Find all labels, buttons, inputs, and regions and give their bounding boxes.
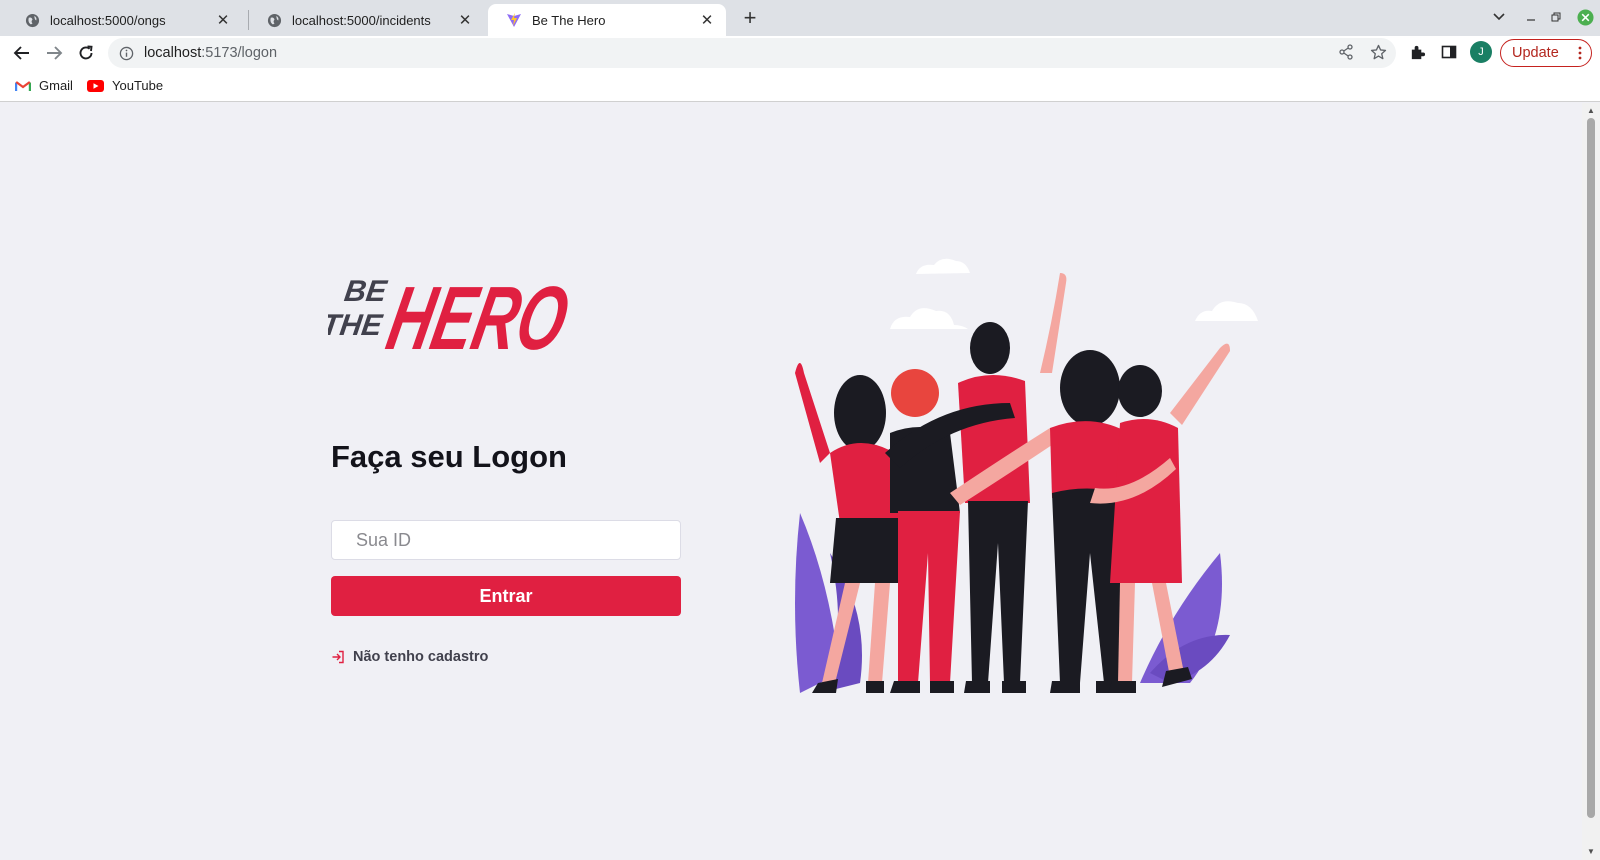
close-icon[interactable]: ✕ [456, 11, 474, 29]
logo-text-hero: HERO [379, 269, 576, 361]
bookmark-youtube[interactable]: YouTube [87, 78, 163, 93]
browser-toolbar: localhost:5173/logon J Update [0, 36, 1600, 70]
id-input[interactable] [331, 520, 681, 560]
tab-title: localhost:5000/ongs [50, 12, 166, 28]
menu-icon[interactable] [1578, 46, 1582, 62]
bookmark-gmail[interactable]: Gmail [15, 78, 73, 93]
side-panel-icon[interactable] [1440, 43, 1458, 61]
logon-page: BE THE HERO Faça seu Logon Entrar Não te… [0, 103, 1582, 860]
tab-be-the-hero[interactable]: Be The Hero ✕ [488, 4, 726, 36]
star-icon[interactable] [1369, 43, 1387, 61]
heroes-illustration [795, 258, 1258, 693]
scrollbar-thumb[interactable] [1587, 118, 1595, 818]
url-host: localhost [144, 45, 202, 61]
youtube-icon [87, 79, 104, 92]
share-icon[interactable] [1337, 43, 1355, 61]
back-icon[interactable] [9, 40, 35, 66]
bookmarks-bar: Gmail YouTube [0, 70, 1600, 102]
bookmark-label: Gmail [39, 78, 73, 93]
tab-title: Be The Hero [532, 12, 606, 28]
scroll-down-arrow-icon[interactable]: ▼ [1585, 846, 1597, 856]
tab-search-icon[interactable] [1488, 6, 1510, 28]
extensions-icon[interactable] [1408, 43, 1426, 61]
logo-text-be: BE [342, 275, 389, 308]
log-in-icon [331, 650, 345, 664]
address-bar[interactable]: localhost:5173/logon [108, 38, 1396, 68]
close-icon[interactable]: ✕ [214, 11, 232, 29]
vite-icon [506, 12, 522, 28]
close-icon[interactable]: ✕ [698, 11, 716, 29]
tab-incidents[interactable]: localhost:5000/incidents ✕ [248, 4, 484, 36]
be-the-hero-logo: BE THE HERO [328, 269, 577, 361]
gmail-icon [15, 80, 31, 92]
info-icon[interactable] [118, 45, 134, 61]
tab-strip: localhost:5000/ongs ✕ localhost:5000/inc… [0, 0, 1600, 36]
tab-ongs[interactable]: localhost:5000/ongs ✕ [6, 4, 242, 36]
page-title: Faça seu Logon [331, 439, 567, 474]
reload-icon[interactable] [73, 40, 99, 66]
profile-avatar[interactable]: J [1470, 41, 1492, 63]
scroll-up-arrow-icon[interactable]: ▲ [1585, 105, 1597, 115]
close-window-icon[interactable] [1576, 6, 1594, 28]
tab-title: localhost:5000/incidents [292, 12, 431, 28]
update-button[interactable]: Update [1500, 39, 1592, 67]
register-link[interactable]: Não tenho cadastro [331, 649, 488, 665]
forward-icon[interactable] [41, 40, 67, 66]
register-link-label: Não tenho cadastro [353, 649, 489, 665]
submit-button[interactable]: Entrar [331, 576, 681, 616]
minimize-icon[interactable] [1522, 6, 1540, 28]
globe-icon [24, 12, 40, 28]
new-tab-button[interactable]: + [738, 5, 762, 30]
bookmark-label: YouTube [112, 78, 164, 93]
globe-icon [266, 12, 282, 28]
url-path: :5173/logon [201, 45, 278, 61]
restore-icon[interactable] [1547, 6, 1565, 28]
update-label: Update [1512, 45, 1559, 61]
logo-text-the: THE [328, 309, 385, 342]
